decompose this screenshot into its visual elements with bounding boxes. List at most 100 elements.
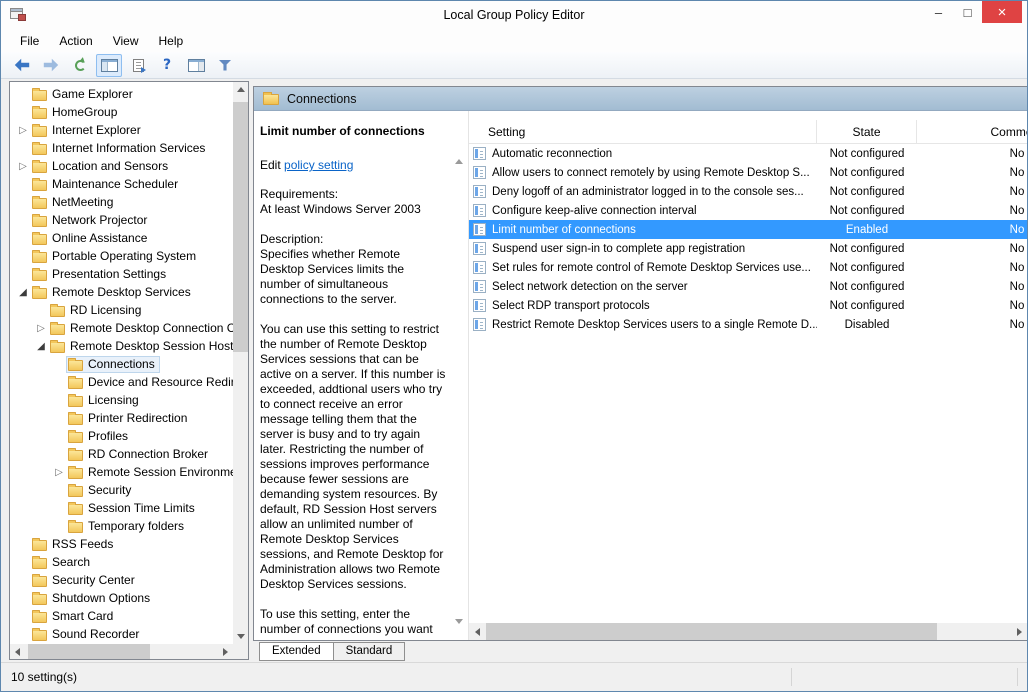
- edit-policy-setting-link[interactable]: policy setting: [284, 158, 353, 172]
- folder-icon: [32, 180, 47, 191]
- tree-horizontal-scrollbar[interactable]: [10, 644, 233, 659]
- status-divider: [791, 668, 792, 686]
- tree-item[interactable]: Location and Sensors: [10, 157, 233, 175]
- settings-row[interactable]: Automatic reconnectionNot configuredNo: [469, 144, 1028, 163]
- tree-item[interactable]: Device and Resource Redire: [10, 373, 233, 391]
- status-text: 10 setting(s): [11, 670, 77, 684]
- tab-extended[interactable]: Extended: [259, 642, 334, 661]
- tree-item[interactable]: Temporary folders: [10, 517, 233, 535]
- tree-item[interactable]: Search: [10, 553, 233, 571]
- folder-icon: [32, 126, 47, 137]
- tree-item[interactable]: RSS Feeds: [10, 535, 233, 553]
- export-list-icon: [133, 59, 144, 72]
- filter-icon: [219, 60, 232, 71]
- scroll-up-icon[interactable]: [455, 159, 463, 164]
- scrollbar-thumb[interactable]: [233, 102, 248, 352]
- tree-item[interactable]: Online Assistance: [10, 229, 233, 247]
- settings-row-limit-number-of-connections[interactable]: Limit number of connectionsEnabledNo: [469, 220, 1028, 239]
- scroll-left-button[interactable]: [469, 623, 486, 640]
- tree-item[interactable]: RD Licensing: [10, 301, 233, 319]
- menu-file[interactable]: File: [10, 31, 49, 51]
- refresh-button[interactable]: [67, 54, 93, 77]
- tree-item[interactable]: Session Time Limits: [10, 499, 233, 517]
- folder-icon: [32, 612, 47, 623]
- view-tabs: Extended Standard: [259, 642, 405, 661]
- menu-view[interactable]: View: [103, 31, 149, 51]
- forward-button[interactable]: [38, 54, 64, 77]
- tree-item[interactable]: Remote Desktop Connection C: [10, 319, 233, 337]
- scroll-down-icon[interactable]: [455, 619, 463, 624]
- tree-item[interactable]: Maintenance Scheduler: [10, 175, 233, 193]
- close-button[interactable]: ×: [982, 1, 1022, 23]
- settings-row[interactable]: Suspend user sign-in to complete app reg…: [469, 239, 1028, 258]
- scroll-up-button[interactable]: [233, 82, 248, 97]
- folder-icon: [32, 144, 47, 155]
- tree-item[interactable]: Shutdown Options: [10, 589, 233, 607]
- list-horizontal-scrollbar[interactable]: [469, 623, 1028, 640]
- minimize-button[interactable]: –: [924, 1, 953, 23]
- help-button[interactable]: ?: [154, 54, 180, 77]
- tree-item-remote-desktop-services[interactable]: Remote Desktop Services: [10, 283, 233, 301]
- column-header-comment[interactable]: Comment: [917, 120, 1028, 143]
- policy-icon: [473, 242, 486, 255]
- expand-icon[interactable]: [16, 156, 30, 176]
- filter-button[interactable]: [212, 54, 238, 77]
- tree-item[interactable]: NetMeeting: [10, 193, 233, 211]
- tree-item[interactable]: Presentation Settings: [10, 265, 233, 283]
- tree-item[interactable]: Licensing: [10, 391, 233, 409]
- expand-icon[interactable]: [34, 318, 48, 338]
- scroll-down-button[interactable]: [233, 629, 248, 644]
- folder-icon: [68, 414, 83, 425]
- scrollbar-thumb[interactable]: [28, 644, 150, 659]
- tree-item[interactable]: Game Explorer: [10, 85, 233, 103]
- tree-item[interactable]: Network Projector: [10, 211, 233, 229]
- tree-vertical-scrollbar[interactable]: [233, 82, 248, 644]
- settings-row[interactable]: Deny logoff of an administrator logged i…: [469, 182, 1028, 201]
- tree-item[interactable]: Remote Session Environme: [10, 463, 233, 481]
- settings-row[interactable]: Allow users to connect remotely by using…: [469, 163, 1028, 182]
- tree-item[interactable]: Profiles: [10, 427, 233, 445]
- scroll-left-icon: [475, 628, 480, 636]
- expand-icon[interactable]: [52, 462, 66, 482]
- settings-row[interactable]: Select RDP transport protocolsNot config…: [469, 296, 1028, 315]
- tree-item[interactable]: Printer Redirection: [10, 409, 233, 427]
- scroll-right-button[interactable]: [218, 644, 233, 659]
- tree-item[interactable]: RD Connection Broker: [10, 445, 233, 463]
- tree-item[interactable]: Internet Information Services: [10, 139, 233, 157]
- export-list-button[interactable]: [125, 54, 151, 77]
- settings-row[interactable]: Configure keep-alive connection interval…: [469, 201, 1028, 220]
- action-pane-icon: [188, 59, 205, 72]
- column-header-state[interactable]: State: [817, 120, 917, 143]
- console-tree-panel: Game Explorer HomeGroup Internet Explore…: [9, 81, 249, 660]
- requirements-label: Requirements:: [260, 187, 447, 202]
- show-hide-action-pane-button[interactable]: [183, 54, 209, 77]
- tree-item[interactable]: Internet Explorer: [10, 121, 233, 139]
- menu-action[interactable]: Action: [49, 31, 102, 51]
- scroll-left-button[interactable]: [10, 644, 25, 659]
- scroll-right-button[interactable]: [1011, 623, 1028, 640]
- tree-item[interactable]: Smart Card: [10, 607, 233, 625]
- settings-row[interactable]: Select network detection on the serverNo…: [469, 277, 1028, 296]
- tree-item[interactable]: Sound Recorder: [10, 625, 233, 643]
- tree-item[interactable]: Security Center: [10, 571, 233, 589]
- scroll-left-icon: [15, 648, 20, 656]
- tree-item[interactable]: HomeGroup: [10, 103, 233, 121]
- expand-icon[interactable]: [16, 120, 30, 140]
- collapse-icon[interactable]: [34, 336, 48, 356]
- tree-item-connections[interactable]: Connections: [10, 355, 233, 373]
- settings-row[interactable]: Restrict Remote Desktop Services users t…: [469, 315, 1028, 334]
- tab-standard[interactable]: Standard: [333, 642, 406, 661]
- tree-item[interactable]: Security: [10, 481, 233, 499]
- menu-help[interactable]: Help: [149, 31, 194, 51]
- status-divider: [1017, 668, 1018, 686]
- show-hide-console-tree-button[interactable]: [96, 54, 122, 77]
- description-scrollbar[interactable]: [451, 111, 467, 640]
- maximize-button[interactable]: □: [953, 1, 982, 23]
- column-header-setting[interactable]: Setting: [469, 120, 817, 143]
- tree-item-remote-desktop-session-host[interactable]: Remote Desktop Session Host: [10, 337, 233, 355]
- tree-item[interactable]: Portable Operating System: [10, 247, 233, 265]
- settings-row[interactable]: Set rules for remote control of Remote D…: [469, 258, 1028, 277]
- collapse-icon[interactable]: [16, 282, 30, 302]
- back-button[interactable]: [9, 54, 35, 77]
- scrollbar-thumb[interactable]: [486, 623, 937, 640]
